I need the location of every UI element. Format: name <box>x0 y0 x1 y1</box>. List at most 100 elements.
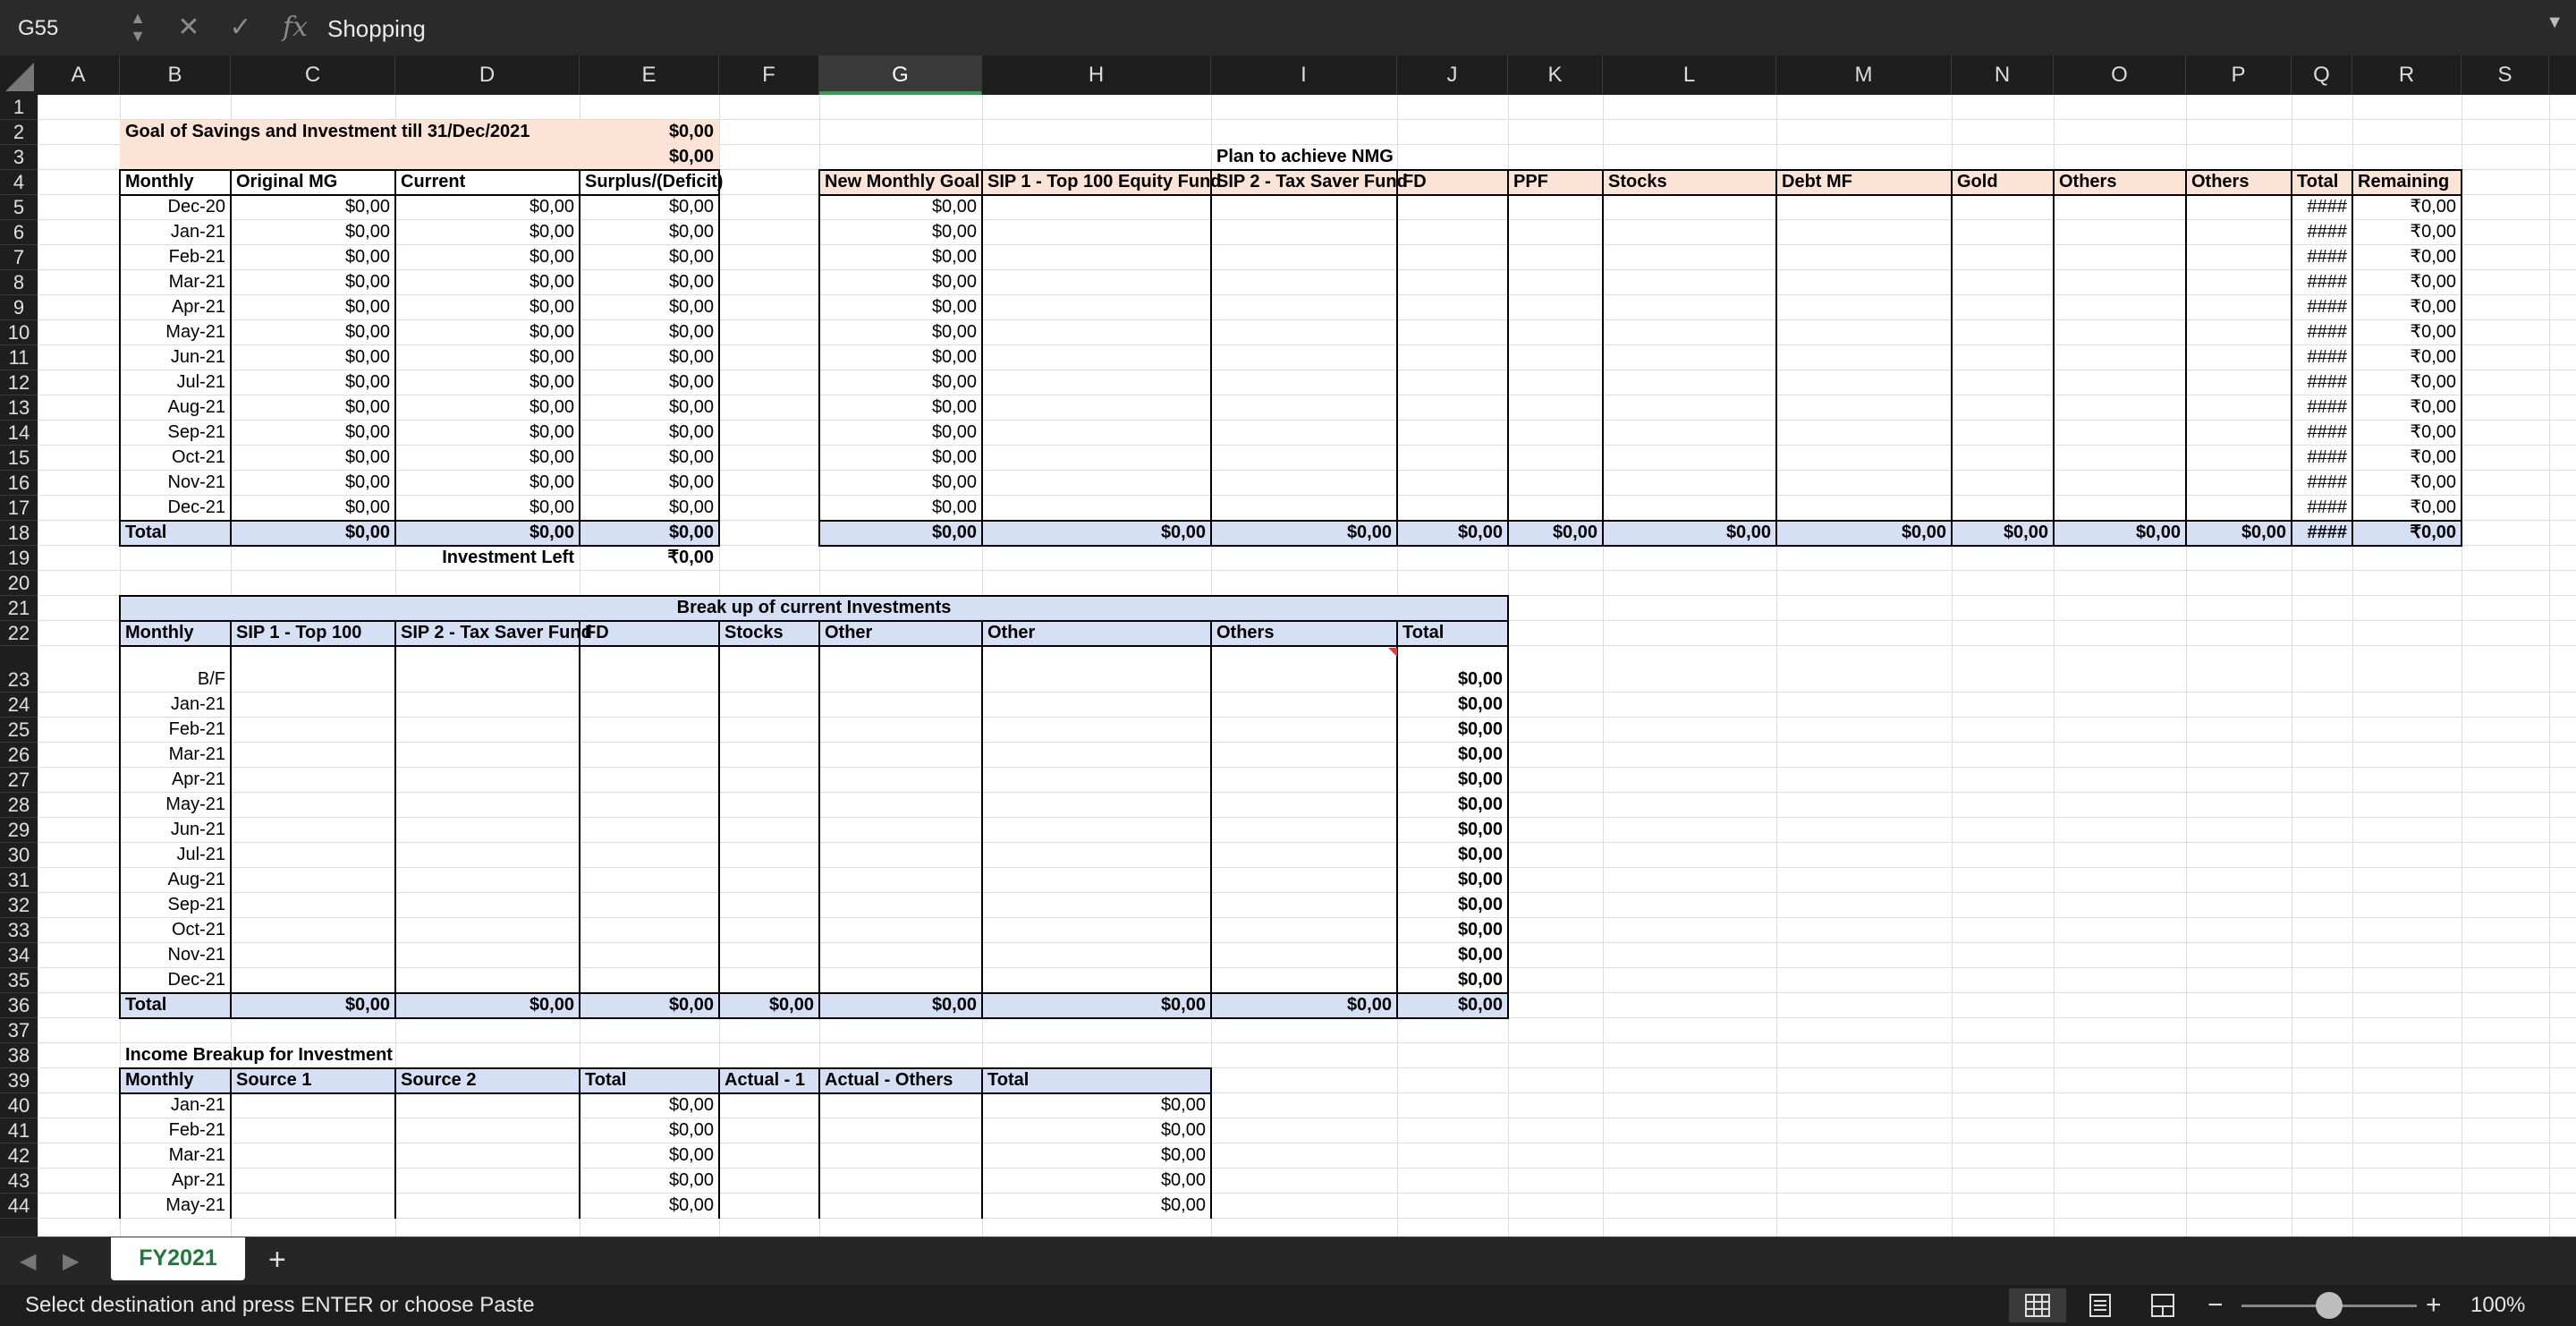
row-header-5[interactable]: 5 <box>0 195 38 220</box>
cell[interactable]: ₹0,00 <box>2352 471 2462 496</box>
cell[interactable]: $0,00 <box>580 496 719 521</box>
goal-value[interactable]: $0,00 <box>580 120 719 145</box>
cell[interactable]: $0,00 <box>1397 993 1508 1018</box>
cell[interactable]: $0,00 <box>231 521 395 546</box>
row-header-20[interactable]: 20 <box>0 571 38 596</box>
cell[interactable]: $0,00 <box>231 345 395 370</box>
row-header-17[interactable]: 17 <box>0 496 38 521</box>
column-header-t[interactable]: T <box>2549 55 2576 95</box>
column-header-q[interactable]: Q <box>2292 55 2352 95</box>
cell[interactable]: $0,00 <box>231 195 395 220</box>
column-title[interactable]: Monthly <box>120 170 231 195</box>
row-header-36[interactable]: 36 <box>0 993 38 1018</box>
column-header-j[interactable]: J <box>1397 55 1508 95</box>
cell[interactable]: $0,00 <box>1397 693 1508 718</box>
zoom-in-button[interactable]: + <box>2426 1285 2442 1326</box>
cell[interactable]: $0,00 <box>1397 743 1508 768</box>
column-title[interactable]: FD <box>1397 170 1508 195</box>
month-cell[interactable]: Dec-20 <box>120 195 231 220</box>
cell[interactable]: ₹0,00 <box>2352 295 2462 320</box>
row-header-34[interactable]: 34 <box>0 943 38 968</box>
cell[interactable]: $0,00 <box>580 195 719 220</box>
column-title[interactable]: Total <box>1397 621 1508 646</box>
cell[interactable]: $0,00 <box>819 421 982 446</box>
row-header-13[interactable]: 13 <box>0 395 38 421</box>
cell[interactable]: $0,00 <box>580 245 719 270</box>
row-header-41[interactable]: 41 <box>0 1118 38 1143</box>
formula-input[interactable]: Shopping <box>327 4 2546 54</box>
cell[interactable]: $0,00 <box>580 320 719 345</box>
month-cell[interactable]: Feb-21 <box>120 245 231 270</box>
cell[interactable]: $0,00 <box>819 320 982 345</box>
cell[interactable]: $0,00 <box>982 521 1211 546</box>
cell[interactable]: $0,00 <box>231 295 395 320</box>
row-header-8[interactable]: 8 <box>0 270 38 295</box>
month-cell[interactable]: May-21 <box>120 1194 231 1219</box>
month-cell[interactable]: Jul-21 <box>120 843 231 868</box>
month-cell[interactable]: Sep-21 <box>120 893 231 918</box>
row-header-14[interactable]: 14 <box>0 421 38 446</box>
row-header-2[interactable]: 2 <box>0 120 38 145</box>
cell[interactable]: $0,00 <box>819 471 982 496</box>
sheet-tab-fy2021[interactable]: FY2021 <box>111 1237 245 1280</box>
column-header-g[interactable]: G <box>819 55 982 95</box>
row-header-1[interactable]: 1 <box>0 95 38 120</box>
cell[interactable]: $0,00 <box>819 345 982 370</box>
cell[interactable]: $0,00 <box>580 295 719 320</box>
cell-area[interactable]: Goal of Savings and Investment till 31/D… <box>38 95 2576 1237</box>
cell[interactable]: $0,00 <box>395 270 580 295</box>
row-header-7[interactable]: 7 <box>0 245 38 270</box>
cell[interactable]: $0,00 <box>580 521 719 546</box>
month-cell[interactable]: Nov-21 <box>120 943 231 968</box>
cell[interactable]: $0,00 <box>231 395 395 421</box>
row-header-11[interactable]: 11 <box>0 345 38 370</box>
cell[interactable]: ₹0,00 <box>2352 521 2462 546</box>
add-sheet-button[interactable]: + <box>268 1245 286 1275</box>
column-header-f[interactable]: F <box>719 55 819 95</box>
total-label[interactable]: Total <box>120 521 231 546</box>
month-cell[interactable]: Sep-21 <box>120 421 231 446</box>
cell[interactable]: $0,00 <box>395 395 580 421</box>
column-title[interactable]: SIP 2 - Tax Saver Fund <box>395 621 592 646</box>
cell[interactable]: $0,00 <box>231 370 395 395</box>
month-cell[interactable]: Mar-21 <box>120 270 231 295</box>
cell[interactable]: $0,00 <box>580 446 719 471</box>
cell[interactable]: $0,00 <box>982 1118 1211 1143</box>
cell[interactable]: $0,00 <box>231 421 395 446</box>
cell[interactable]: $0,00 <box>1603 521 1776 546</box>
month-cell[interactable]: May-21 <box>120 320 231 345</box>
overflow-cell[interactable]: #### <box>2292 421 2352 446</box>
overflow-cell[interactable]: #### <box>2292 345 2352 370</box>
column-title[interactable]: Actual - 1 <box>719 1068 819 1093</box>
column-title[interactable]: SIP 1 - Top 100 <box>231 621 395 646</box>
income-title[interactable]: Income Breakup for Investment <box>120 1043 580 1068</box>
cell[interactable]: $0,00 <box>395 195 580 220</box>
cell[interactable]: $0,00 <box>819 295 982 320</box>
cell[interactable]: $0,00 <box>1952 521 2054 546</box>
row-header-30[interactable]: 30 <box>0 843 38 868</box>
month-cell[interactable]: Feb-21 <box>120 1118 231 1143</box>
column-header-k[interactable]: K <box>1508 55 1603 95</box>
cell[interactable]: $0,00 <box>395 993 580 1018</box>
cell[interactable]: $0,00 <box>231 471 395 496</box>
cell[interactable]: $0,00 <box>231 993 395 1018</box>
column-title[interactable]: Original MG <box>231 170 395 195</box>
month-cell[interactable]: Aug-21 <box>120 868 231 893</box>
row-header-37[interactable]: 37 <box>0 1018 38 1043</box>
column-title[interactable]: Remaining <box>2352 170 2462 195</box>
page-layout-view-icon[interactable] <box>2072 1288 2129 1322</box>
column-title[interactable]: Source 1 <box>231 1068 395 1093</box>
cell[interactable]: $0,00 <box>580 421 719 446</box>
row-header-22[interactable]: 22 <box>0 621 38 646</box>
column-title[interactable]: Stocks <box>1603 170 1776 195</box>
column-title[interactable]: Others <box>1211 621 1397 646</box>
cell[interactable]: $0,00 <box>1776 521 1952 546</box>
overflow-cell[interactable]: #### <box>2292 270 2352 295</box>
row-header-26[interactable]: 26 <box>0 743 38 768</box>
cell[interactable]: $0,00 <box>395 471 580 496</box>
cell[interactable]: $0,00 <box>819 245 982 270</box>
goal-value[interactable]: $0,00 <box>580 145 719 170</box>
cell[interactable]: $0,00 <box>580 471 719 496</box>
cell[interactable]: $0,00 <box>580 220 719 245</box>
cell[interactable]: ₹0,00 <box>2352 370 2462 395</box>
